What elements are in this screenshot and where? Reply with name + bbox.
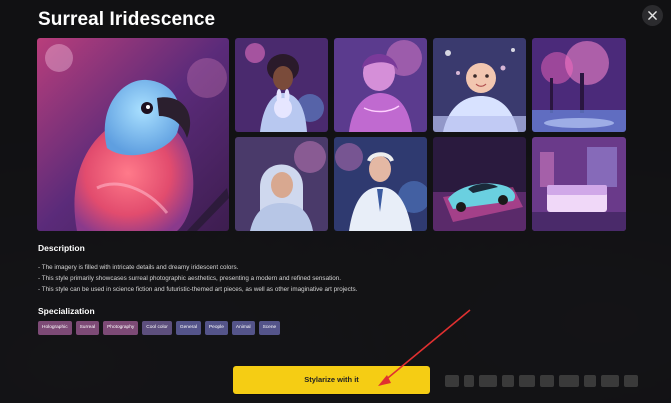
description-list: - The imagery is filled with intricate d… — [38, 262, 598, 296]
main-example-image-parrot[interactable] — [37, 38, 229, 231]
example-image-pink-forest[interactable] — [532, 38, 626, 132]
watermark-blur — [445, 370, 665, 392]
stylarize-button[interactable]: Stylarize with it — [233, 366, 430, 394]
tag-cool-color: Cool color — [142, 321, 172, 335]
example-image-woman-portrait[interactable] — [334, 38, 427, 132]
description-heading: Description — [38, 243, 85, 253]
tag-photography: Photography — [103, 321, 139, 335]
example-image-girl-with-bunny[interactable] — [235, 38, 328, 132]
example-image-baby[interactable] — [433, 38, 526, 132]
example-image-sports-car[interactable] — [433, 137, 526, 231]
tag-surreal: Surreal — [75, 321, 100, 335]
specialization-heading: Specialization — [38, 306, 95, 316]
style-title: Surreal Iridescence — [38, 9, 216, 30]
tag-holographic: Holographic — [38, 321, 72, 335]
description-item: - This style can be used in science fict… — [38, 286, 358, 294]
specialization-tags: Holographic Surreal Photography Cool col… — [38, 321, 281, 335]
example-image-hooded-man[interactable] — [235, 137, 328, 231]
description-item: - The imagery is filled with intricate d… — [38, 264, 239, 271]
example-image-doctor[interactable] — [334, 137, 427, 231]
tag-general: General — [175, 321, 201, 335]
tag-people: People — [204, 321, 228, 335]
description-item: - This style primarily showcases surreal… — [38, 275, 341, 283]
example-image-bedroom[interactable] — [532, 137, 626, 231]
tag-animal: Animal — [231, 321, 255, 335]
close-icon — [648, 11, 657, 20]
style-detail-modal: Surreal Iridescence Description - The im… — [0, 0, 671, 403]
close-button[interactable] — [642, 5, 663, 26]
tag-scene: Scene — [258, 321, 281, 335]
